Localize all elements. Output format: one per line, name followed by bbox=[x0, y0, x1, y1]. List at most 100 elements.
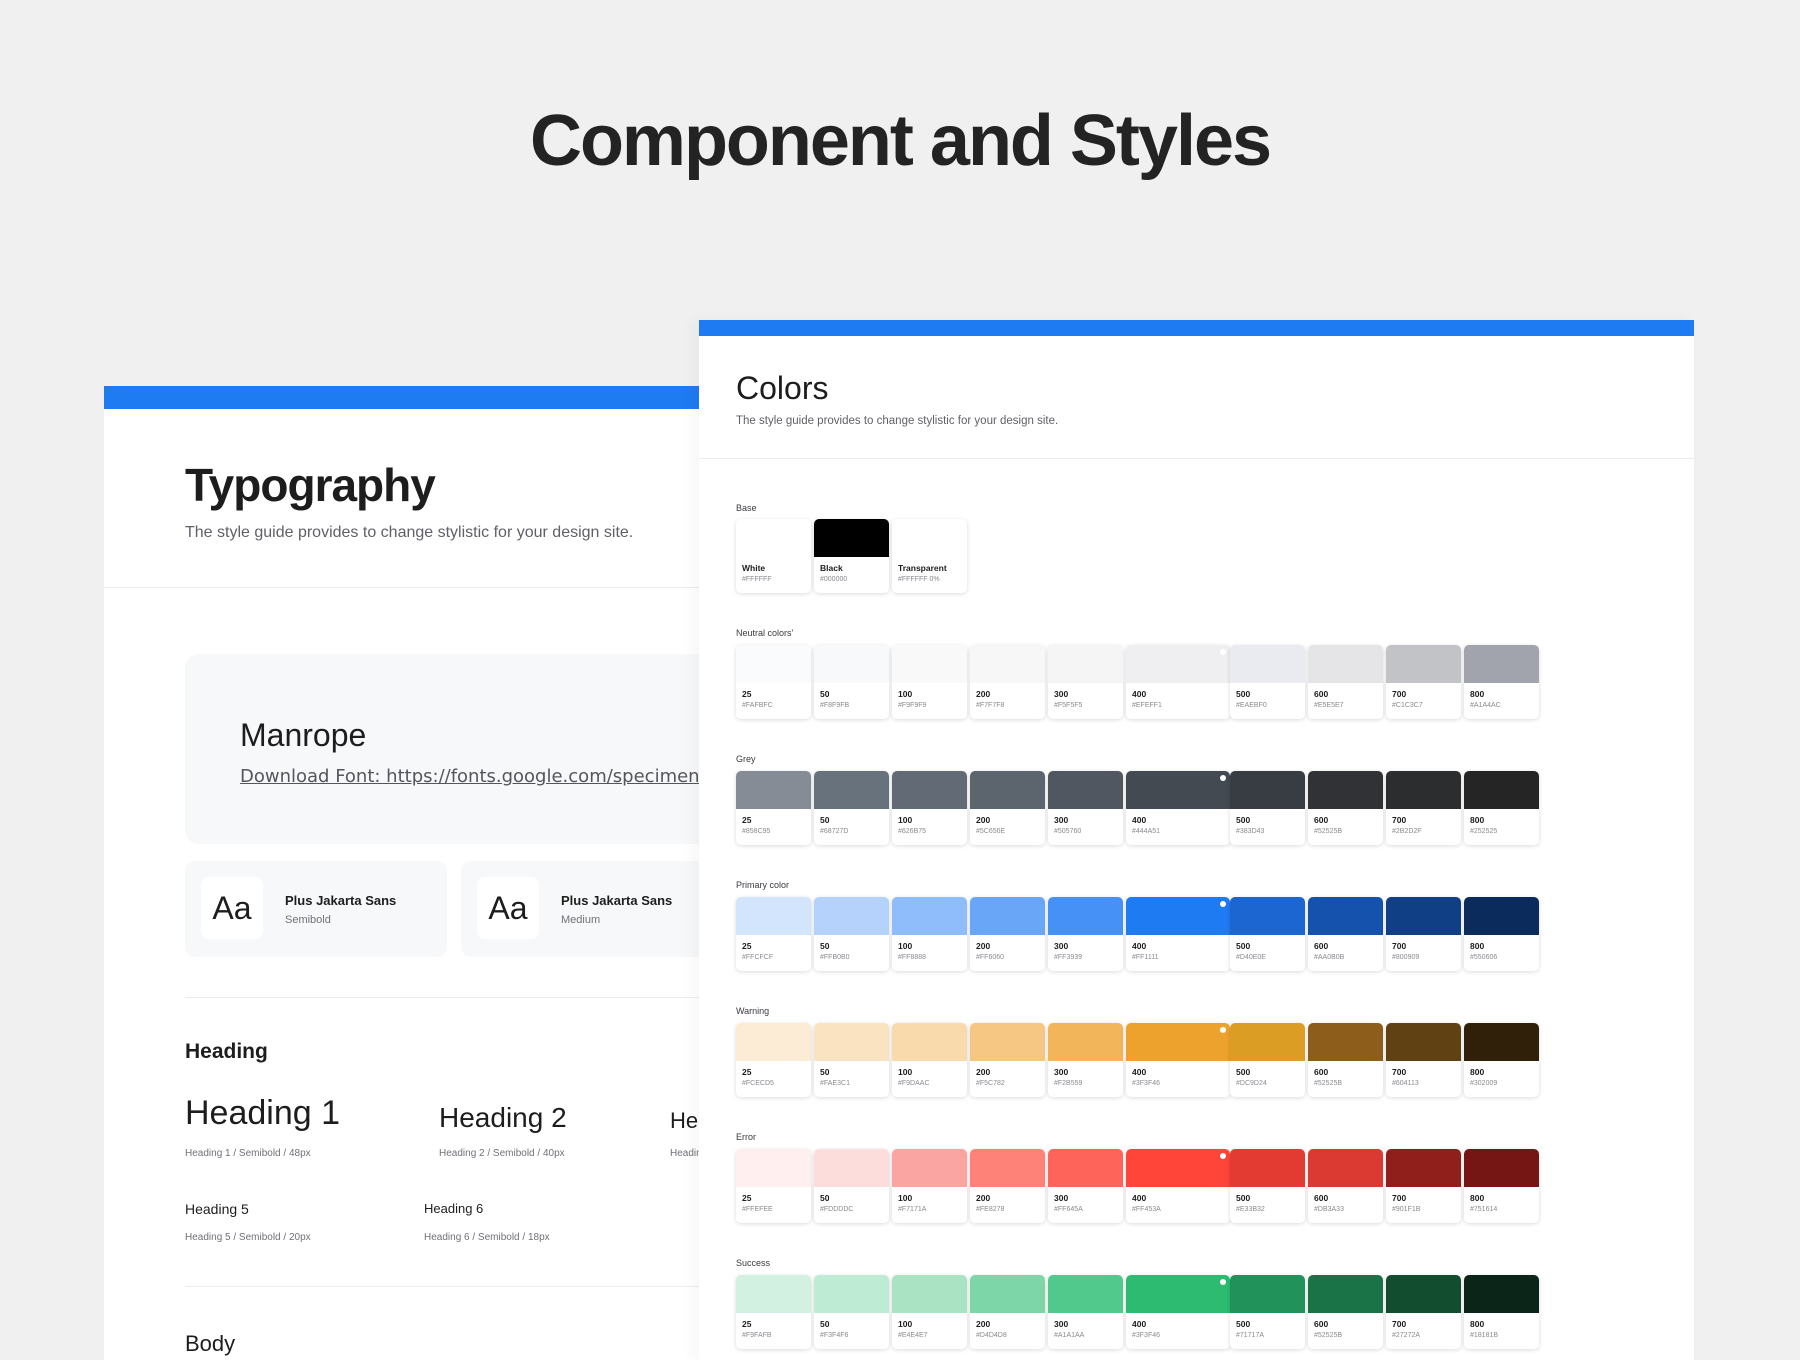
color-swatch[interactable]: 400 #FF1111 bbox=[1126, 897, 1230, 971]
color-swatch-fill bbox=[1126, 897, 1230, 935]
color-swatch[interactable]: 50 #FAE3C1 bbox=[814, 1023, 889, 1097]
color-swatch[interactable]: 400 #3F3F46 bbox=[1126, 1023, 1230, 1097]
color-swatch[interactable]: 200 #D4D4D8 bbox=[970, 1275, 1045, 1349]
color-swatch[interactable]: 500 #E33B32 bbox=[1230, 1149, 1305, 1223]
color-swatch[interactable]: White #FFFFFF bbox=[736, 519, 811, 593]
color-swatch[interactable]: 600 #E5E5E7 bbox=[1308, 645, 1383, 719]
color-swatch-name: 700 bbox=[1392, 815, 1407, 825]
font-sample-glyph: Aa bbox=[201, 877, 263, 939]
color-swatch[interactable]: 800 #302009 bbox=[1464, 1023, 1539, 1097]
color-swatch-hex: #FF1111 bbox=[1132, 954, 1159, 961]
color-swatch[interactable]: 50 #68727D bbox=[814, 771, 889, 845]
color-swatch[interactable]: 100 #626B75 bbox=[892, 771, 967, 845]
color-swatch-name: 25 bbox=[742, 815, 752, 825]
color-swatch[interactable]: 800 #751614 bbox=[1464, 1149, 1539, 1223]
heading-section-title: Heading bbox=[185, 1040, 268, 1063]
color-swatch[interactable]: 50 #FDDDDC bbox=[814, 1149, 889, 1223]
color-swatch[interactable]: 600 #52525B bbox=[1308, 1023, 1383, 1097]
color-swatch-fill bbox=[892, 1023, 967, 1061]
color-swatch[interactable]: 100 #F9DAAC bbox=[892, 1023, 967, 1097]
color-swatch-hex: #D4D4D8 bbox=[976, 1332, 1007, 1339]
colors-subtitle: The style guide provides to change styli… bbox=[736, 415, 1059, 427]
color-swatch[interactable]: 800 #550606 bbox=[1464, 897, 1539, 971]
color-swatch[interactable]: Black #000000 bbox=[814, 519, 889, 593]
color-swatch[interactable]: 700 #2B2D2F bbox=[1386, 771, 1461, 845]
color-swatch[interactable]: 25 #FCECD5 bbox=[736, 1023, 811, 1097]
color-swatch[interactable]: 200 #FF6060 bbox=[970, 897, 1045, 971]
color-swatch[interactable]: 25 #F9FAFB bbox=[736, 1275, 811, 1349]
color-swatch[interactable]: 100 #FF8888 bbox=[892, 897, 967, 971]
color-swatch[interactable]: 300 #FF645A bbox=[1048, 1149, 1123, 1223]
color-swatch-fill bbox=[1386, 645, 1461, 683]
color-swatch-fill bbox=[892, 771, 967, 809]
color-swatch[interactable]: 300 #F5F5F5 bbox=[1048, 645, 1123, 719]
color-swatch[interactable]: 500 #DC9D24 bbox=[1230, 1023, 1305, 1097]
color-swatch[interactable]: 100 #E4E4E7 bbox=[892, 1275, 967, 1349]
color-swatch[interactable]: 300 #A1A1AA bbox=[1048, 1275, 1123, 1349]
color-swatch[interactable]: 25 #FAFBFC bbox=[736, 645, 811, 719]
colors-title: Colors bbox=[736, 370, 829, 406]
color-swatch[interactable]: 700 #604113 bbox=[1386, 1023, 1461, 1097]
color-swatch[interactable]: 500 #D40E0E bbox=[1230, 897, 1305, 971]
color-swatch[interactable]: 600 #52525B bbox=[1308, 1275, 1383, 1349]
color-swatch-hex: #FFB0B0 bbox=[820, 954, 850, 961]
color-swatch[interactable]: 400 #3F3F46 bbox=[1126, 1275, 1230, 1349]
color-group-label: Grey bbox=[736, 754, 756, 764]
color-swatch[interactable]: 200 #F7F7F8 bbox=[970, 645, 1045, 719]
color-swatch[interactable]: 100 #F7171A bbox=[892, 1149, 967, 1223]
color-swatch[interactable]: 200 #F5C782 bbox=[970, 1023, 1045, 1097]
color-swatch[interactable]: 800 #18181B bbox=[1464, 1275, 1539, 1349]
color-swatch-hex: #FF8888 bbox=[898, 954, 927, 961]
color-swatch[interactable]: 400 #EFEFF1 bbox=[1126, 645, 1230, 719]
color-swatch[interactable]: 100 #F9F9F9 bbox=[892, 645, 967, 719]
color-swatch-fill bbox=[1308, 897, 1383, 935]
color-swatch[interactable]: 500 #EAEBF0 bbox=[1230, 645, 1305, 719]
color-swatch[interactable]: 300 #F2B559 bbox=[1048, 1023, 1123, 1097]
color-swatch[interactable]: 300 #FF3939 bbox=[1048, 897, 1123, 971]
color-swatch-hex: #626B75 bbox=[898, 828, 927, 835]
color-swatch-fill bbox=[1386, 1023, 1461, 1061]
color-swatch[interactable]: 700 #27272A bbox=[1386, 1275, 1461, 1349]
color-swatch[interactable]: 500 #383D43 bbox=[1230, 771, 1305, 845]
color-swatch-fill bbox=[736, 897, 811, 935]
color-swatch-name: 25 bbox=[742, 1193, 752, 1203]
color-swatch[interactable]: 25 #FFEFEE bbox=[736, 1149, 811, 1223]
color-swatch-fill bbox=[970, 771, 1045, 809]
color-swatch[interactable]: 50 #F8F9FB bbox=[814, 645, 889, 719]
color-swatch-name: 50 bbox=[820, 1319, 830, 1329]
color-swatch[interactable]: 600 #52525B bbox=[1308, 771, 1383, 845]
color-swatch[interactable]: 800 #252525 bbox=[1464, 771, 1539, 845]
color-swatch-fill bbox=[814, 1023, 889, 1061]
color-swatch-fill bbox=[1464, 1149, 1539, 1187]
color-group-label: Success bbox=[736, 1258, 771, 1268]
color-swatch[interactable]: 25 #FFCFCF bbox=[736, 897, 811, 971]
color-swatch[interactable]: 50 #FFB0B0 bbox=[814, 897, 889, 971]
color-swatch[interactable]: 600 #DB3A33 bbox=[1308, 1149, 1383, 1223]
color-swatch[interactable]: 400 #FF453A bbox=[1126, 1149, 1230, 1223]
color-swatch-fill bbox=[736, 519, 811, 557]
color-swatch-fill bbox=[736, 1275, 811, 1313]
color-swatch[interactable]: 200 #5C656E bbox=[970, 771, 1045, 845]
color-swatch[interactable]: 800 #A1A4AC bbox=[1464, 645, 1539, 719]
color-swatch-name: White bbox=[742, 563, 766, 573]
color-swatch-name: 600 bbox=[1314, 1067, 1329, 1077]
color-swatch[interactable]: 700 #800909 bbox=[1386, 897, 1461, 971]
color-swatch[interactable]: 25 #858C95 bbox=[736, 771, 811, 845]
color-swatch-name: 300 bbox=[1054, 689, 1069, 699]
color-swatch[interactable]: 50 #F3F4F6 bbox=[814, 1275, 889, 1349]
font-download-link[interactable]: Download Font: https://fonts.google.com/… bbox=[240, 766, 714, 787]
color-swatch[interactable]: 700 #C1C3C7 bbox=[1386, 645, 1461, 719]
color-swatch-fill bbox=[970, 645, 1045, 683]
color-swatch[interactable]: 600 #AA0B0B bbox=[1308, 897, 1383, 971]
color-swatch[interactable]: 500 #71717A bbox=[1230, 1275, 1305, 1349]
color-swatch-hex: #000000 bbox=[820, 576, 848, 583]
heading-6-note: Heading 6 / Semibold / 18px bbox=[424, 1232, 550, 1243]
color-swatch[interactable]: 400 #444A51 bbox=[1126, 771, 1230, 845]
heading-6-sample: Heading 6 bbox=[424, 1201, 484, 1216]
color-swatch[interactable]: 700 #901F1B bbox=[1386, 1149, 1461, 1223]
color-swatch-name: 300 bbox=[1054, 941, 1069, 951]
color-swatch[interactable]: Transparent #FFFFFF 0% bbox=[892, 519, 967, 593]
color-swatch[interactable]: 300 #505760 bbox=[1048, 771, 1123, 845]
color-swatch[interactable]: 200 #FE8278 bbox=[970, 1149, 1045, 1223]
divider bbox=[104, 587, 714, 588]
